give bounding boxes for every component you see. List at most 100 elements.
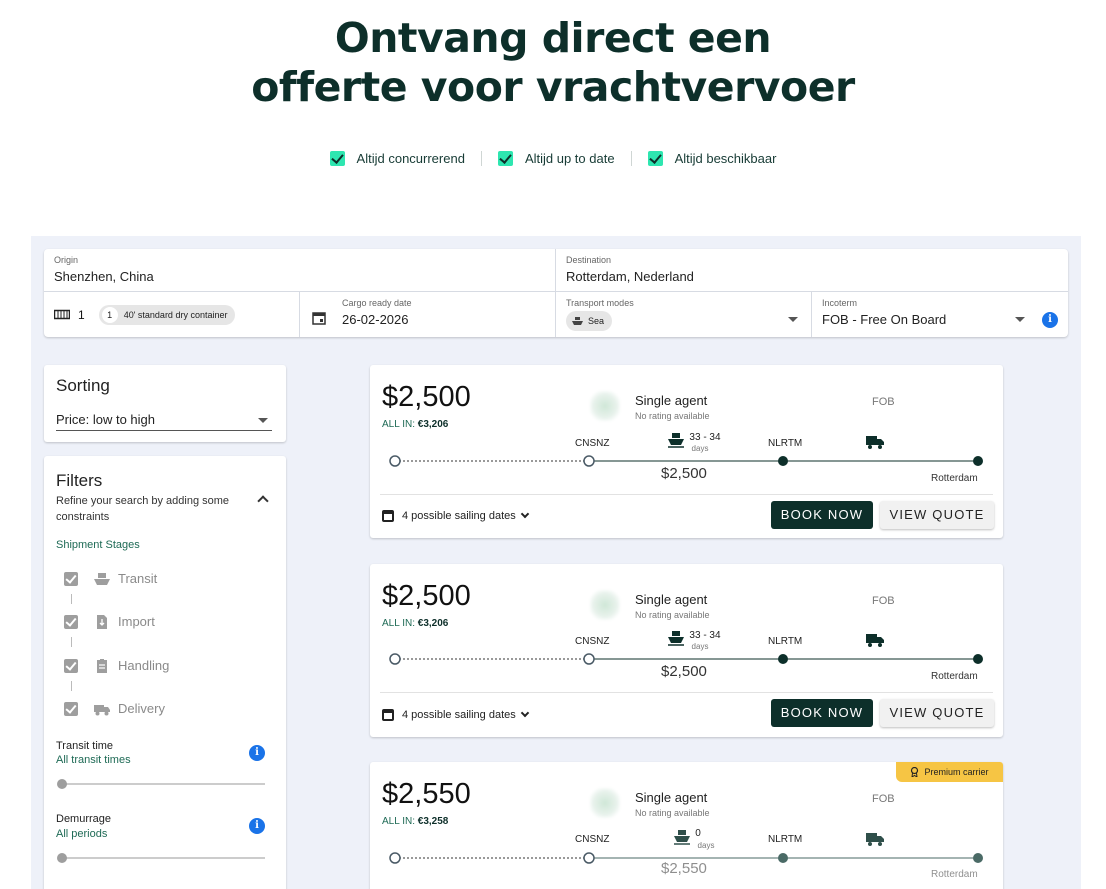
stage-import[interactable]: Import [64, 614, 155, 629]
stage-handling[interactable]: Handling [64, 658, 169, 673]
checkbox[interactable] [64, 571, 78, 586]
port-node [583, 653, 595, 665]
checkbox[interactable] [64, 614, 78, 629]
segment-price: $2,550 [661, 860, 707, 877]
chevron-down-icon [520, 509, 529, 519]
calendar-icon [312, 312, 326, 325]
destination-node [973, 853, 983, 863]
port-node [778, 654, 788, 664]
origin-value: Shenzhen, China [54, 269, 154, 284]
view-quote-button[interactable]: VIEW QUOTE [880, 501, 994, 529]
cargo-date-label: Cargo ready date [342, 298, 412, 308]
usp-label: Altijd concurrerend [356, 151, 465, 166]
filters-description: Refine your search by adding some constr… [56, 495, 230, 523]
transit-days: 0 [695, 828, 701, 839]
info-icon[interactable]: i [249, 745, 265, 761]
chevron-up-icon[interactable] [257, 495, 269, 507]
incoterm-label: Incoterm [822, 298, 858, 308]
checkbox[interactable] [64, 701, 78, 716]
stages-title: Shipment Stages [56, 539, 140, 551]
transit-time-slider[interactable] [57, 779, 265, 789]
destination-node [973, 654, 983, 664]
view-quote-button[interactable]: VIEW QUOTE [880, 699, 994, 727]
usp-item: Altijd up to date [480, 151, 631, 166]
divider [380, 494, 993, 495]
usp-item: Altijd concurrerend [314, 151, 481, 166]
ship-icon [572, 317, 583, 325]
filters-card: Filters Refine your search by adding som… [44, 456, 286, 889]
stage-delivery[interactable]: Delivery [64, 701, 165, 716]
truck-icon [866, 634, 884, 647]
info-icon[interactable]: i [249, 818, 265, 834]
usp-item: Altijd beschikbaar [630, 151, 793, 166]
container-chip-count: 1 [101, 306, 118, 323]
stage-label: Transit [118, 571, 158, 586]
container-count: 1 [78, 307, 85, 322]
transport-chip[interactable]: Sea [566, 311, 613, 331]
port-node [778, 853, 788, 863]
offer-card: Premium carrier $2,550 ALL IN: €3,258 Si… [370, 762, 1003, 889]
transit-time-title: Transit time [56, 740, 114, 752]
sorting-select[interactable]: Price: low to high [56, 412, 272, 431]
stage-label: Delivery [118, 701, 165, 716]
truck-icon [866, 833, 884, 846]
port-node [778, 456, 788, 466]
chevron-down-icon [520, 708, 529, 718]
truck-icon [94, 704, 110, 715]
page-title-line1: Ontvang direct een [334, 14, 772, 62]
origin-port: CNSNZ [575, 438, 610, 449]
book-now-button[interactable]: BOOK NOW [771, 501, 873, 529]
sorting-value: Price: low to high [56, 412, 155, 427]
info-icon[interactable]: i [1042, 312, 1058, 328]
port-node [583, 455, 595, 467]
quote-panel: Origin Shenzhen, China Destination Rotte… [31, 236, 1081, 889]
sailing-dates-toggle[interactable]: 4 possible sailing dates [382, 509, 529, 522]
segment-price: $2,500 [661, 465, 707, 482]
container-field[interactable]: 1 1 40' standard dry container [44, 292, 300, 337]
ship-icon [94, 572, 110, 585]
origin-field[interactable]: Origin Shenzhen, China [44, 249, 556, 291]
transport-modes-select[interactable]: Transport modes Sea [556, 292, 812, 337]
destination-city: Rotterdam [931, 869, 978, 880]
truck-icon [866, 436, 884, 449]
destination-port: NLRTM [768, 636, 803, 647]
container-chip[interactable]: 1 40' standard dry container [98, 304, 236, 325]
checkbox[interactable] [64, 658, 78, 673]
incoterm-select[interactable]: Incoterm FOB - Free On Board i [812, 292, 1068, 337]
cargo-date-value: 26-02-2026 [342, 312, 409, 327]
cargo-date-field[interactable]: Cargo ready date 26-02-2026 [300, 292, 556, 337]
search-bar: Origin Shenzhen, China Destination Rotte… [44, 249, 1068, 337]
check-icon [647, 151, 663, 166]
origin-port: CNSNZ [575, 636, 610, 647]
chevron-down-icon [1015, 317, 1025, 322]
segment-price: $2,500 [661, 663, 707, 680]
stage-transit[interactable]: Transit [64, 571, 157, 586]
stage-connector [71, 637, 72, 647]
port-node [583, 852, 595, 864]
transit-days-label: days [691, 642, 709, 651]
demurrage-slider[interactable] [57, 853, 265, 863]
usp-list: Altijd concurrerend Altijd up to date Al… [0, 151, 1106, 166]
usp-label: Altijd up to date [524, 151, 615, 166]
stage-connector [71, 681, 72, 691]
destination-port: NLRTM [768, 438, 803, 449]
destination-field[interactable]: Destination Rotterdam, Nederland [556, 249, 1068, 291]
usp-label: Altijd beschikbaar [674, 151, 777, 166]
calendar-icon [382, 510, 394, 522]
transit-days: 33 - 34 [689, 630, 721, 641]
demurrage-value: All periods [56, 828, 108, 840]
offer-card: $2,500 ALL IN: €3,206 Single agent No ra… [370, 564, 1003, 737]
sorting-card: Sorting Price: low to high [44, 365, 286, 442]
book-now-button[interactable]: BOOK NOW [771, 699, 873, 727]
slider-thumb[interactable] [57, 779, 67, 789]
destination-city: Rotterdam [931, 671, 978, 682]
sailing-dates-toggle[interactable]: 4 possible sailing dates [382, 708, 529, 721]
destination-label: Destination [566, 255, 612, 265]
document-icon [97, 614, 107, 629]
slider-thumb[interactable] [57, 853, 67, 863]
transit-days: 33 - 34 [689, 432, 721, 443]
stage-label: Handling [118, 658, 170, 673]
destination-city: Rotterdam [931, 473, 978, 484]
origin-node [389, 852, 401, 864]
page-title: Ontvang direct een offerte voor vrachtve… [0, 14, 1106, 112]
